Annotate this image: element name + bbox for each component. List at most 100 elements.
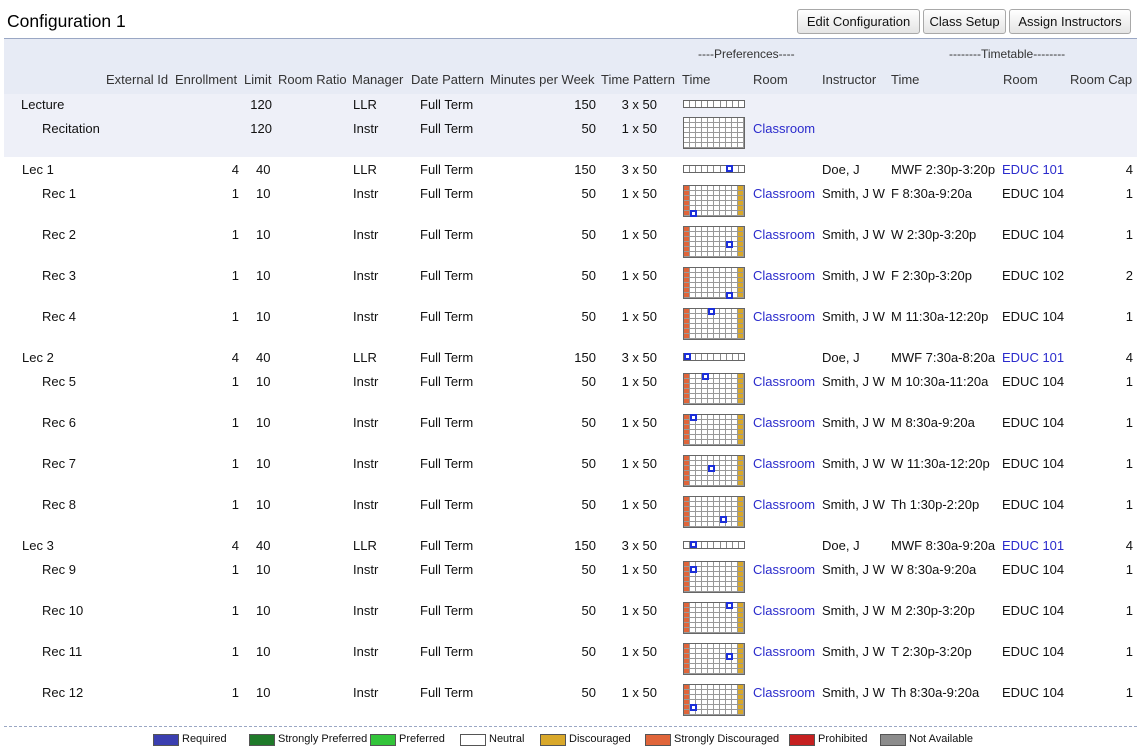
col-enrollment[interactable]: Enrollment <box>175 72 237 87</box>
legend-swatch <box>789 734 815 746</box>
class-limit: 10 <box>256 497 271 512</box>
class-name[interactable]: Lec 3 <box>22 538 54 553</box>
class-name[interactable]: Rec 4 <box>42 309 76 324</box>
room-preference-link[interactable]: Classroom <box>753 186 815 201</box>
recitation-row: Rec 8 1 10 Instr Full Term 50 1 x 50 Classroom S… <box>4 497 1137 517</box>
time-preference-grid[interactable] <box>683 226 745 258</box>
class-assigned-time: M 2:30p-3:20p <box>891 603 975 618</box>
class-time-pattern: 1 x 50 <box>621 309 657 324</box>
time-preference-strip[interactable] <box>683 165 745 173</box>
class-setup-button[interactable]: Class Setup <box>923 9 1006 34</box>
room-preference-link[interactable]: Classroom <box>753 644 815 659</box>
room-preference-link[interactable]: Classroom <box>753 374 815 389</box>
class-assigned-time: Th 8:30a-9:20a <box>891 685 980 700</box>
room-preference-link[interactable]: Classroom <box>753 415 815 430</box>
col-external-id[interactable]: External Id <box>106 72 168 87</box>
col-manager[interactable]: Manager <box>352 72 403 87</box>
edit-configuration-button[interactable]: Edit Configuration <box>797 9 920 34</box>
class-limit: 10 <box>256 685 271 700</box>
class-manager: LLR <box>353 538 377 553</box>
class-limit: 10 <box>256 268 271 283</box>
time-preference-strip[interactable] <box>683 353 745 361</box>
class-name[interactable]: Rec 11 <box>42 644 82 659</box>
class-date-pattern: Full Term <box>420 562 474 577</box>
time-preference-strip[interactable] <box>683 100 745 108</box>
class-manager: Instr <box>353 268 379 283</box>
col-room-ratio[interactable]: Room Ratio <box>278 72 347 87</box>
class-date-pattern: Full Term <box>420 162 474 177</box>
time-preference-grid[interactable] <box>683 117 745 149</box>
class-time-pattern: 1 x 50 <box>621 685 657 700</box>
class-name[interactable]: Rec 5 <box>42 374 76 389</box>
class-assigned-room[interactable]: EDUC 101 <box>1002 350 1064 365</box>
class-name[interactable]: Rec 10 <box>42 603 83 618</box>
col-timetable-time[interactable]: Time <box>891 72 919 87</box>
assign-instructors-button[interactable]: Assign Instructors <box>1009 9 1131 34</box>
class-assigned-time: F 8:30a-9:20a <box>891 186 972 201</box>
class-manager: Instr <box>353 415 379 430</box>
room-preference-link[interactable]: Classroom <box>753 309 815 324</box>
subpart-manager: LLR <box>353 97 377 112</box>
footer-divider <box>4 726 1137 727</box>
class-minutes: 50 <box>581 562 596 577</box>
recitation-row: Rec 9 1 10 Instr Full Term 50 1 x 50 Classroom S… <box>4 562 1137 582</box>
room-preference-link[interactable]: Classroom <box>753 456 815 471</box>
subpart-date-pattern: Full Term <box>420 121 474 136</box>
class-assigned-room: EDUC 104 <box>1002 603 1065 618</box>
class-name[interactable]: Rec 1 <box>42 186 76 201</box>
time-preference-grid[interactable] <box>683 267 745 299</box>
class-name[interactable]: Rec 3 <box>42 268 76 283</box>
col-date-pattern[interactable]: Date Pattern <box>411 72 484 87</box>
class-instructor: Smith, J W <box>822 309 885 324</box>
class-assigned-room[interactable]: EDUC 101 <box>1002 538 1064 553</box>
class-name[interactable]: Rec 8 <box>42 497 76 512</box>
time-preference-grid[interactable] <box>683 373 745 405</box>
class-manager: Instr <box>353 644 379 659</box>
col-time-pattern[interactable]: Time Pattern <box>601 72 675 87</box>
col-minutes-per-week[interactable]: Minutes per Week <box>490 72 595 87</box>
col-limit[interactable]: Limit <box>244 72 271 87</box>
class-name[interactable]: Rec 6 <box>42 415 76 430</box>
class-name[interactable]: Rec 2 <box>42 227 76 242</box>
col-pref-room[interactable]: Room <box>753 72 788 87</box>
col-pref-time[interactable]: Time <box>682 72 710 87</box>
class-room-cap: 1 <box>1125 456 1133 471</box>
class-room-cap: 1 <box>1125 309 1133 324</box>
class-date-pattern: Full Term <box>420 538 474 553</box>
time-preference-grid[interactable] <box>683 643 745 675</box>
class-date-pattern: Full Term <box>420 374 474 389</box>
class-name[interactable]: Rec 12 <box>42 685 83 700</box>
class-name[interactable]: Lec 2 <box>22 350 54 365</box>
class-assigned-time: MWF 2:30p-3:20p <box>891 162 996 177</box>
time-preference-grid[interactable] <box>683 684 745 716</box>
class-limit: 40 <box>256 162 271 177</box>
selected-time-marker <box>690 414 697 421</box>
selected-time-marker <box>720 516 727 523</box>
class-assigned-room: EDUC 102 <box>1002 268 1065 283</box>
class-instructor: Doe, J <box>822 538 860 553</box>
selected-time-marker <box>690 210 697 217</box>
col-instructor[interactable]: Instructor <box>822 72 876 87</box>
time-preference-grid[interactable] <box>683 602 745 634</box>
col-timetable-room[interactable]: Room <box>1003 72 1038 87</box>
class-name[interactable]: Rec 9 <box>42 562 76 577</box>
time-preference-grid[interactable] <box>683 496 745 528</box>
room-preference-link[interactable]: Classroom <box>753 685 815 700</box>
col-room-cap[interactable]: Room Cap <box>1070 72 1132 87</box>
subpart-room-preference[interactable]: Classroom <box>753 121 815 136</box>
class-name[interactable]: Lec 1 <box>22 162 54 177</box>
class-limit: 10 <box>256 562 271 577</box>
legend-label: Strongly Discouraged <box>674 733 780 745</box>
class-date-pattern: Full Term <box>420 309 474 324</box>
class-assigned-room[interactable]: EDUC 101 <box>1002 162 1064 177</box>
class-assigned-room: EDUC 104 <box>1002 309 1065 324</box>
room-preference-link[interactable]: Classroom <box>753 603 815 618</box>
room-preference-link[interactable]: Classroom <box>753 562 815 577</box>
room-preference-link[interactable]: Classroom <box>753 268 815 283</box>
room-preference-link[interactable]: Classroom <box>753 497 815 512</box>
class-manager: Instr <box>353 186 379 201</box>
class-minutes: 50 <box>581 227 596 242</box>
class-name[interactable]: Rec 7 <box>42 456 76 471</box>
room-preference-link[interactable]: Classroom <box>753 227 815 242</box>
recitation-row: Rec 1 1 10 Instr Full Term 50 1 x 50 Classroom S… <box>4 186 1137 206</box>
